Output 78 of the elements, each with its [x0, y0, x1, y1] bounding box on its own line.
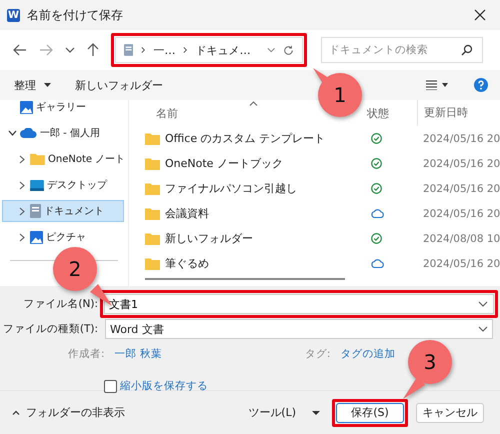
- file-name[interactable]: 会議資料: [165, 206, 209, 221]
- file-name[interactable]: OneNote ノートブック: [165, 156, 283, 171]
- file-name-field[interactable]: 文書1: [104, 294, 494, 314]
- folder-icon: [145, 258, 160, 270]
- sidebar-item[interactable]: 一郎 - 個人用: [2, 122, 124, 144]
- new-folder-button[interactable]: 新しいフォルダー: [71, 76, 167, 94]
- window-title: 名前を付けて保存: [27, 6, 124, 24]
- help-icon[interactable]: [474, 78, 488, 92]
- refresh-icon[interactable]: [283, 44, 294, 56]
- search-icon[interactable]: [461, 44, 473, 56]
- desktop-icon: [30, 180, 44, 190]
- tools-button[interactable]: ツール(L): [246, 403, 298, 422]
- caret-down-icon[interactable]: [44, 83, 51, 87]
- word-icon: W: [7, 8, 20, 22]
- date-cell-text: 2024/05/16 20: [422, 132, 500, 144]
- sidebar-item[interactable]: ギャラリー: [2, 100, 124, 118]
- file-name[interactable]: Office のカスタム テンプレート: [165, 131, 326, 146]
- hide-folders-button[interactable]: フォルダーの非表示: [24, 403, 127, 422]
- search-field[interactable]: ドキュメントの検索: [321, 37, 483, 63]
- address-bar[interactable]: 一… ドキュメ…: [115, 37, 303, 63]
- column-header[interactable]: 状態: [355, 106, 417, 120]
- dialog-button[interactable]: 保存(S): [336, 402, 404, 422]
- folder-icon: [145, 158, 160, 170]
- folder-icon: [145, 232, 160, 244]
- field-label: ファイルの種類(T):: [2, 322, 99, 336]
- author-label: 作成者:: [68, 347, 105, 361]
- folder-icon: [30, 153, 45, 165]
- caret-down-icon[interactable]: [312, 410, 320, 414]
- date-cell-text: 2024/05/16 20: [422, 208, 500, 220]
- view-menu-icon[interactable]: [426, 80, 448, 90]
- tags-label: タグ:: [304, 347, 330, 361]
- chevron-down-icon[interactable]: [65, 47, 75, 53]
- field-label: ファイル名(N):: [22, 297, 99, 311]
- up-arrow-icon[interactable]: [87, 43, 99, 57]
- sidebar-item[interactable]: デスクトップ: [2, 174, 124, 196]
- close-icon[interactable]: [474, 9, 486, 21]
- sidebar-item[interactable]: ドキュメント: [2, 200, 124, 222]
- documents-icon: [124, 43, 134, 57]
- cloud-icon: [20, 128, 37, 138]
- image-icon: [30, 230, 43, 244]
- sidebar-item[interactable]: ピクチャ: [2, 226, 124, 248]
- chevron-up-icon[interactable]: [12, 410, 20, 415]
- documents-icon: [30, 204, 41, 218]
- date-cell-text: 2024/08/08 10: [422, 232, 500, 244]
- file-name[interactable]: 筆ぐるめ: [165, 256, 209, 271]
- chevron-icon[interactable]: [17, 180, 27, 190]
- checkbox-label[interactable]: 縮小版を保存する: [120, 379, 208, 393]
- chevron-right-icon: [183, 46, 188, 54]
- scrollbar-thumb[interactable]: [145, 278, 345, 280]
- breadcrumb-item[interactable]: 一…: [153, 42, 176, 58]
- date-cell-text: 2024/05/16 20: [422, 158, 500, 170]
- add-tag-link[interactable]: タグの追加: [340, 347, 396, 361]
- folder-icon: [145, 208, 160, 220]
- back-arrow-icon[interactable]: [13, 44, 27, 56]
- organize-button[interactable]: 整理: [10, 76, 40, 94]
- sort-caret-icon: [249, 101, 258, 106]
- chevron-icon[interactable]: [17, 206, 27, 216]
- chevron-icon[interactable]: [17, 154, 27, 164]
- file-name[interactable]: 新しいフォルダー: [165, 231, 253, 246]
- date-cell-text: 2024/05/16 20: [422, 182, 500, 194]
- chevron-down-icon[interactable]: [478, 326, 488, 332]
- chevron-icon[interactable]: [7, 130, 17, 136]
- file-type-dropdown[interactable]: Word 文書: [105, 319, 493, 339]
- sidebar-item[interactable]: OneNote ノート: [2, 148, 124, 170]
- date-cell-text: 2024/05/16 20: [422, 258, 500, 270]
- chevron-icon[interactable]: [17, 232, 27, 242]
- chevron-down-icon[interactable]: [478, 301, 488, 307]
- author-link[interactable]: 一郎 秋葉: [114, 347, 162, 361]
- breadcrumb-item[interactable]: ドキュメ…: [196, 42, 251, 58]
- checkbox[interactable]: [104, 380, 117, 392]
- column-header[interactable]: 名前: [129, 106, 355, 120]
- chevron-down-icon[interactable]: [266, 47, 276, 53]
- column-header[interactable]: 更新日時: [417, 100, 500, 126]
- file-name[interactable]: ファイナルパソコン引越し: [165, 181, 297, 196]
- folder-icon: [145, 182, 160, 194]
- chevron-right-icon: [141, 46, 146, 54]
- dialog-button[interactable]: キャンセル: [416, 402, 484, 422]
- folder-icon: [145, 132, 160, 144]
